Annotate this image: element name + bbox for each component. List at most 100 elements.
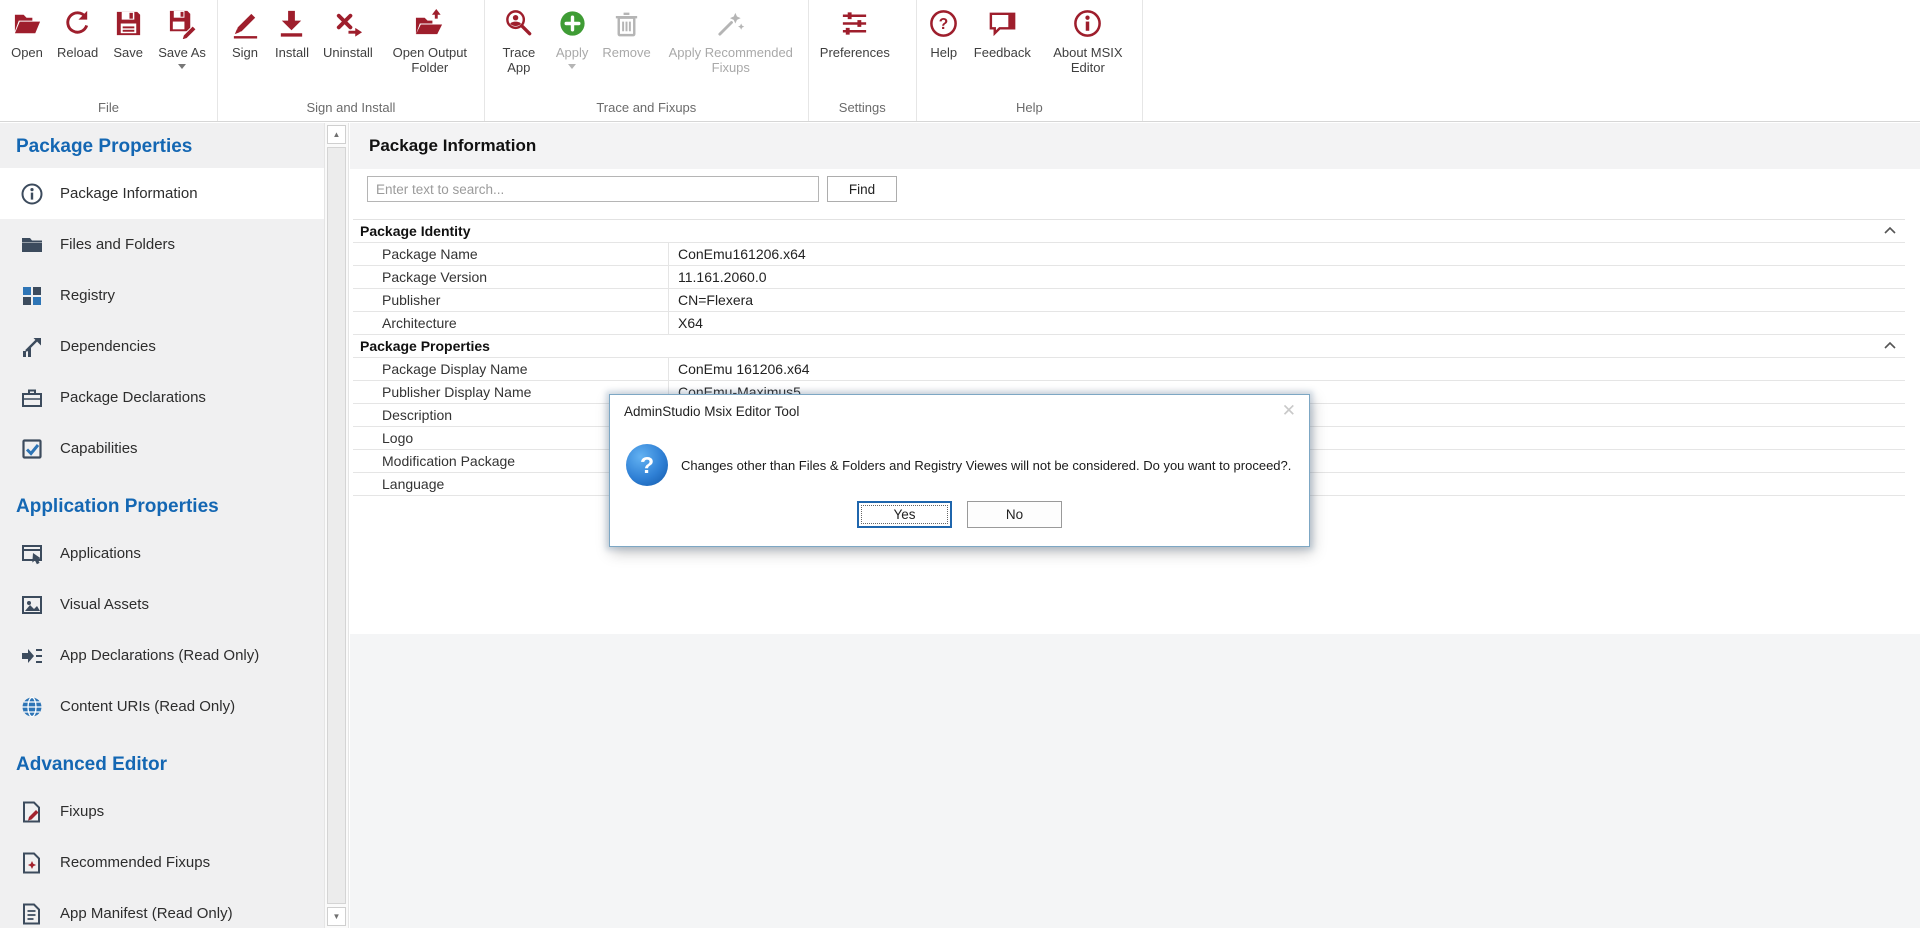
trace-app-button[interactable]: Trace App — [489, 6, 549, 77]
visual-assets-icon — [20, 593, 44, 617]
help-button[interactable]: ? Help — [921, 6, 967, 62]
ribbon-group-label: Settings — [809, 97, 916, 121]
dialog-title: AdminStudio Msix Editor Tool — [610, 395, 1309, 428]
sidebar-heading-application-properties: Application Properties — [0, 474, 324, 528]
feedback-bubble-icon — [987, 8, 1018, 39]
preferences-button[interactable]: Preferences — [813, 6, 897, 62]
sign-button[interactable]: Sign — [222, 6, 268, 62]
sliders-icon — [839, 8, 870, 39]
uninstall-icon — [332, 8, 363, 39]
property-label: Package Display Name — [353, 358, 669, 380]
ribbon-group-label: File — [0, 97, 217, 121]
apply-button[interactable]: Apply — [549, 6, 596, 71]
property-value[interactable]: ConEmu161206.x64 — [669, 243, 1905, 265]
yes-button[interactable]: Yes — [857, 501, 952, 528]
reload-icon — [62, 8, 93, 39]
help-question-icon: ? — [928, 8, 959, 39]
dropdown-chevron-icon[interactable] — [568, 64, 576, 69]
sidebar-item-applications[interactable]: Applications — [0, 528, 324, 579]
property-label: Publisher — [353, 289, 669, 311]
scrollbar-down-arrow[interactable] — [327, 907, 346, 926]
trace-app-icon — [503, 8, 534, 39]
applications-icon — [20, 542, 44, 566]
ribbon-group-label: Help — [917, 97, 1142, 121]
save-as-icon — [167, 8, 198, 39]
find-button[interactable]: Find — [827, 176, 897, 202]
section-title: Package Properties — [360, 338, 490, 354]
table-row: Package Name ConEmu161206.x64 — [353, 243, 1905, 266]
property-label: Package Name — [353, 243, 669, 265]
install-button[interactable]: Install — [268, 6, 316, 62]
ribbon-toolbar: Open Reload Save Save As File Sign — [0, 0, 1920, 122]
sidebar-item-fixups[interactable]: Fixups — [0, 786, 324, 837]
property-value[interactable]: CN=Flexera — [669, 289, 1905, 311]
ribbon-group-settings: Preferences Settings — [809, 0, 917, 121]
ribbon-group-label: Trace and Fixups — [485, 97, 808, 121]
chevron-up-icon[interactable] — [1882, 338, 1898, 354]
open-button[interactable]: Open — [4, 6, 50, 62]
table-section-package-properties: Package Properties — [353, 335, 1905, 358]
table-row: Package Display Name ConEmu 161206.x64 — [353, 358, 1905, 381]
app-manifest-icon — [20, 902, 44, 926]
registry-icon — [20, 284, 44, 308]
property-value[interactable]: ConEmu 161206.x64 — [669, 358, 1905, 380]
property-label: Architecture — [353, 312, 669, 334]
table-row: Architecture X64 — [353, 312, 1905, 335]
no-button[interactable]: No — [967, 501, 1062, 528]
package-declarations-icon — [20, 386, 44, 410]
about-msix-editor-button[interactable]: About MSIX Editor — [1038, 6, 1138, 77]
sidebar-item-registry[interactable]: Registry — [0, 270, 324, 321]
feedback-button[interactable]: Feedback — [967, 6, 1038, 62]
apply-recommended-fixups-button[interactable]: Apply Recommended Fixups — [658, 6, 804, 77]
ribbon-group-sign-and-install: Sign Install Uninstall Open Output Folde… — [218, 0, 485, 121]
sidebar-scrollbar[interactable] — [324, 123, 349, 928]
magic-wand-icon — [715, 8, 746, 39]
uninstall-button[interactable]: Uninstall — [316, 6, 380, 62]
ribbon-group-help: ? Help Feedback About MSIX Editor Help — [917, 0, 1143, 121]
sign-pencil-icon — [230, 8, 261, 39]
remove-button[interactable]: Remove — [595, 6, 657, 62]
confirmation-dialog: AdminStudio Msix Editor Tool Changes oth… — [609, 394, 1310, 547]
property-value[interactable]: 11.161.2060.0 — [669, 266, 1905, 288]
sidebar-item-content-uris[interactable]: Content URIs (Read Only) — [0, 681, 324, 732]
sidebar-heading-package-properties: Package Properties — [0, 123, 324, 168]
search-bar: Find — [367, 176, 1920, 202]
reload-button[interactable]: Reload — [50, 6, 105, 62]
open-output-folder-icon — [414, 8, 445, 39]
chevron-up-icon[interactable] — [1882, 223, 1898, 239]
sidebar-item-app-manifest[interactable]: App Manifest (Read Only) — [0, 888, 324, 928]
trash-icon — [611, 8, 642, 39]
question-mark-icon — [626, 444, 668, 486]
dropdown-chevron-icon[interactable] — [178, 64, 186, 69]
sidebar-item-app-declarations[interactable]: App Declarations (Read Only) — [0, 630, 324, 681]
save-button[interactable]: Save — [105, 6, 151, 62]
app-declarations-icon — [20, 644, 44, 668]
info-circle-icon — [1072, 8, 1103, 39]
open-output-folder-button[interactable]: Open Output Folder — [380, 6, 480, 77]
capabilities-icon — [20, 437, 44, 461]
ribbon-group-file: Open Reload Save Save As File — [0, 0, 218, 121]
property-value[interactable]: X64 — [669, 312, 1905, 334]
content-background — [350, 634, 1920, 928]
sidebar-item-capabilities[interactable]: Capabilities — [0, 423, 324, 474]
sidebar-item-files-and-folders[interactable]: Files and Folders — [0, 219, 324, 270]
scrollbar-thumb[interactable] — [327, 147, 346, 904]
sidebar-item-package-information[interactable]: Package Information — [0, 168, 324, 219]
scrollbar-up-arrow[interactable] — [327, 125, 346, 144]
sidebar-item-recommended-fixups[interactable]: Recommended Fixups — [0, 837, 324, 888]
close-icon[interactable] — [1282, 402, 1296, 420]
search-input[interactable] — [367, 176, 819, 202]
open-folder-icon — [12, 8, 43, 39]
globe-icon — [20, 695, 44, 719]
sidebar-heading-advanced-editor: Advanced Editor — [0, 732, 324, 786]
save-icon — [113, 8, 144, 39]
sidebar-navigation: Package Properties Package Information F… — [0, 123, 324, 928]
sidebar-item-visual-assets[interactable]: Visual Assets — [0, 579, 324, 630]
info-icon — [20, 182, 44, 206]
svg-text:?: ? — [939, 16, 948, 33]
sidebar-item-package-declarations[interactable]: Package Declarations — [0, 372, 324, 423]
folder-icon — [20, 233, 44, 257]
save-as-button[interactable]: Save As — [151, 6, 213, 71]
sidebar-item-dependencies[interactable]: Dependencies — [0, 321, 324, 372]
table-section-package-identity: Package Identity — [353, 220, 1905, 243]
